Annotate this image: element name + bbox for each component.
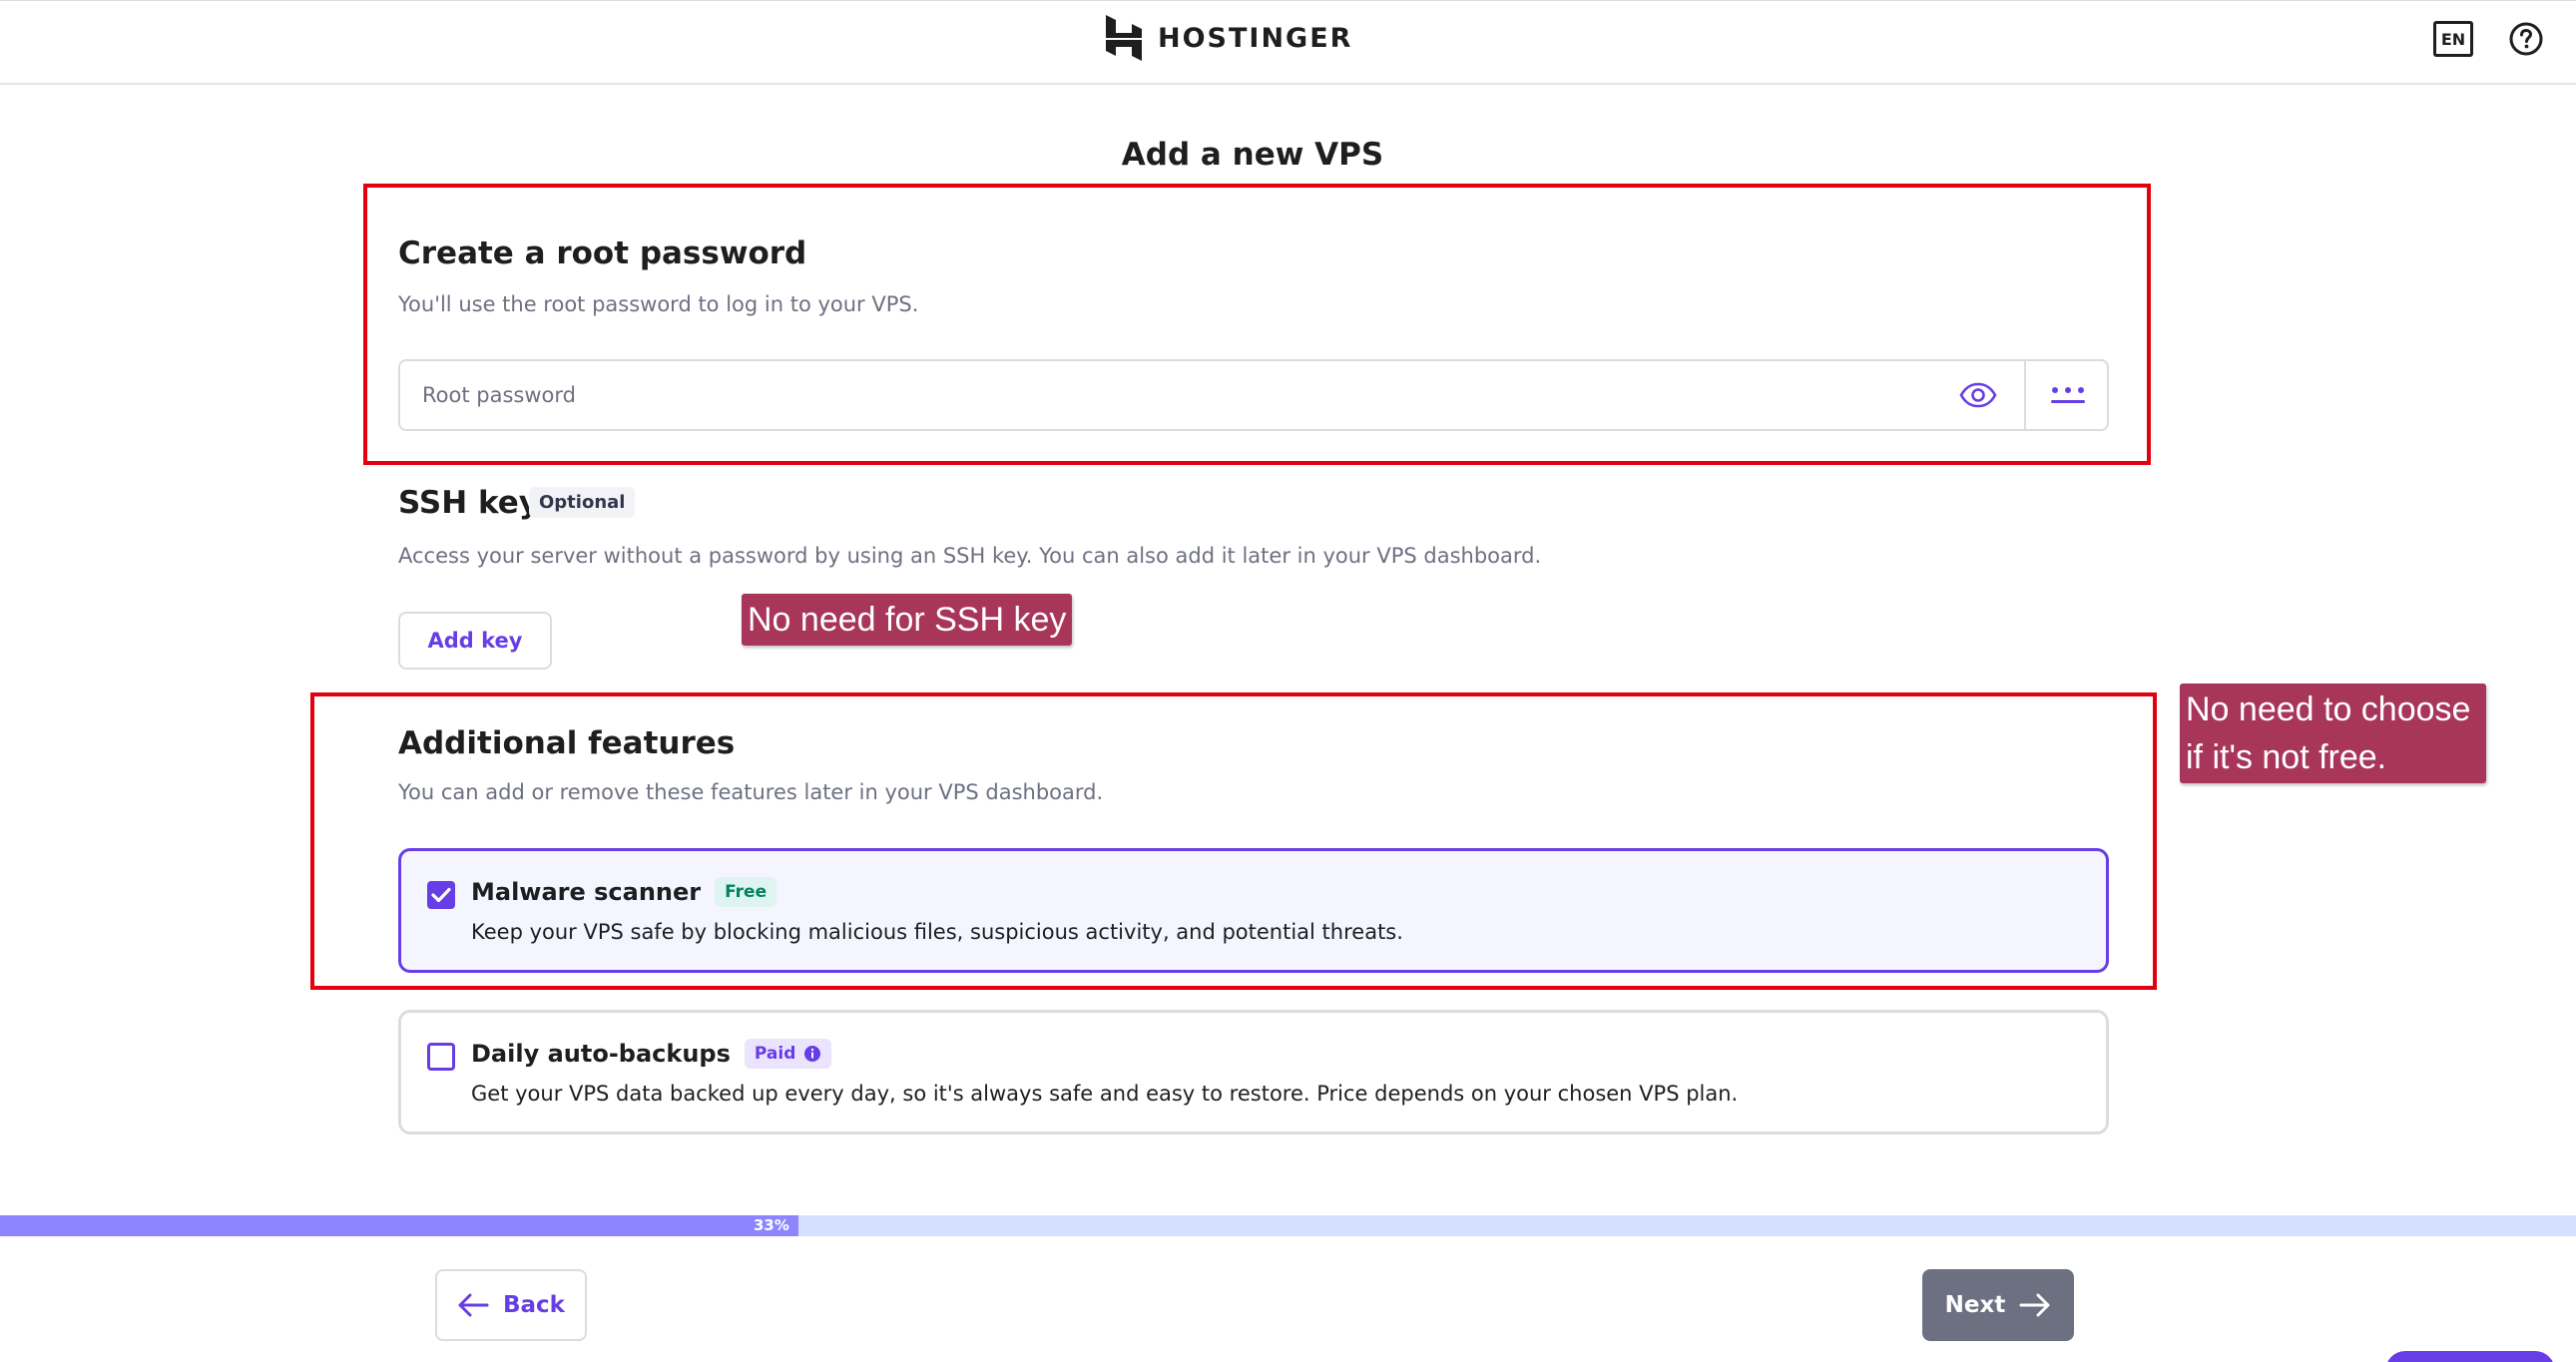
hostinger-logo-icon bbox=[1106, 15, 1142, 61]
help-icon[interactable] bbox=[2508, 21, 2544, 57]
optional-badge: Optional bbox=[529, 487, 636, 518]
annotation-additional-features-box bbox=[310, 692, 2157, 990]
page-title: Add a new VPS bbox=[1121, 137, 1384, 173]
paid-badge: Paid bbox=[744, 1039, 832, 1069]
ssh-key-description: Access your server without a password by… bbox=[398, 544, 1542, 568]
back-button[interactable]: Back bbox=[435, 1269, 587, 1341]
annotation-free-note: No need to choose if it's not free. bbox=[2180, 683, 2486, 783]
hostinger-logo[interactable]: HOSTINGER bbox=[1104, 15, 1352, 61]
daily-auto-backups-checkbox[interactable] bbox=[427, 1043, 455, 1071]
arrow-right-icon bbox=[2019, 1293, 2050, 1317]
add-key-button[interactable]: Add key bbox=[398, 612, 552, 670]
language-selector[interactable]: EN bbox=[2433, 21, 2473, 57]
progress-bar: 33% bbox=[0, 1215, 2576, 1236]
progress-label: 33% bbox=[754, 1216, 789, 1234]
top-header: HOSTINGER EN bbox=[0, 0, 2576, 85]
daily-auto-backups-option[interactable]: Daily auto-backups Paid Get your VPS dat… bbox=[398, 1010, 2109, 1135]
next-button-label: Next bbox=[1944, 1292, 2006, 1318]
ssh-key-heading: SSH key bbox=[398, 485, 540, 521]
annotation-ssh-note: No need for SSH key bbox=[742, 594, 1073, 646]
arrow-left-icon bbox=[458, 1293, 489, 1317]
info-icon[interactable] bbox=[803, 1045, 821, 1063]
annotation-root-password-box bbox=[363, 184, 2151, 465]
progress-bar-fill bbox=[0, 1215, 799, 1236]
chat-widget-button[interactable] bbox=[2385, 1351, 2555, 1362]
next-button[interactable]: Next bbox=[1922, 1269, 2074, 1341]
daily-auto-backups-title: Daily auto-backups bbox=[471, 1040, 731, 1068]
daily-auto-backups-description: Get your VPS data backed up every day, s… bbox=[471, 1082, 1739, 1106]
brand-name: HOSTINGER bbox=[1158, 22, 1353, 54]
back-button-label: Back bbox=[503, 1292, 565, 1318]
paid-badge-label: Paid bbox=[754, 1044, 796, 1064]
